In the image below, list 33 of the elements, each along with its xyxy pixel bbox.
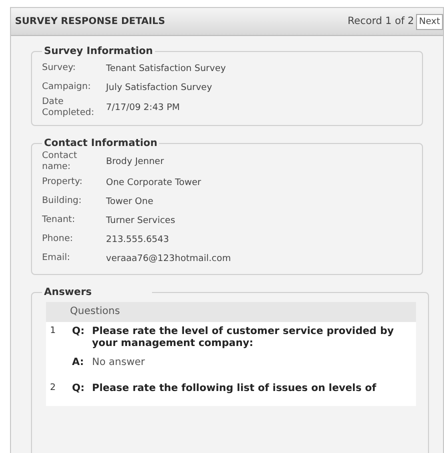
section-title: Answers: [43, 287, 93, 298]
field-value: Tower One: [106, 196, 154, 206]
field-label: Campaign:: [42, 82, 92, 93]
field-label: Tenant:: [42, 215, 76, 226]
field-label: Survey:: [42, 63, 77, 74]
field-label: Date Completed:: [42, 97, 96, 119]
field-label: Email:: [42, 253, 72, 264]
question-marker: Q:: [72, 383, 86, 395]
question-marker: Q:: [72, 326, 86, 339]
question-text: Please rate the level of customer service provided by your management company:: [92, 326, 395, 350]
answer-marker: A:: [72, 357, 85, 368]
field-label: Building:: [42, 196, 83, 207]
panel-title: SURVEY RESPONSE DETAILS: [15, 16, 166, 27]
field-value: Turner Services: [106, 216, 176, 226]
record-counter: Record 1 of 2: [348, 16, 414, 27]
row-number: 1: [49, 326, 57, 338]
answer-text: No answer: [92, 357, 145, 368]
question-text: Please rate the following list of issues on levels of: [92, 383, 376, 395]
field-label: Contact name:: [42, 151, 78, 173]
field-value: veraaa76@123hotmail.com: [106, 254, 231, 264]
field-value: 7/17/09 2:43 PM: [106, 103, 180, 113]
field-value: One Corporate Tower: [106, 178, 202, 188]
field-label: Phone:: [42, 234, 74, 245]
next-button[interactable]: Next: [416, 14, 443, 30]
row-number: 2: [49, 383, 57, 395]
field-value: 213.555.6543: [106, 234, 169, 244]
section-title: Survey Information: [43, 46, 154, 57]
field-value: Brody Jenner: [106, 157, 164, 167]
section-title: Contact Information: [43, 138, 158, 149]
column-header: Questions: [70, 306, 120, 317]
field-label: Property:: [42, 177, 84, 188]
field-value: July Satisfaction Survey: [106, 82, 212, 92]
field-value: Tenant Satisfaction Survey: [106, 64, 226, 74]
